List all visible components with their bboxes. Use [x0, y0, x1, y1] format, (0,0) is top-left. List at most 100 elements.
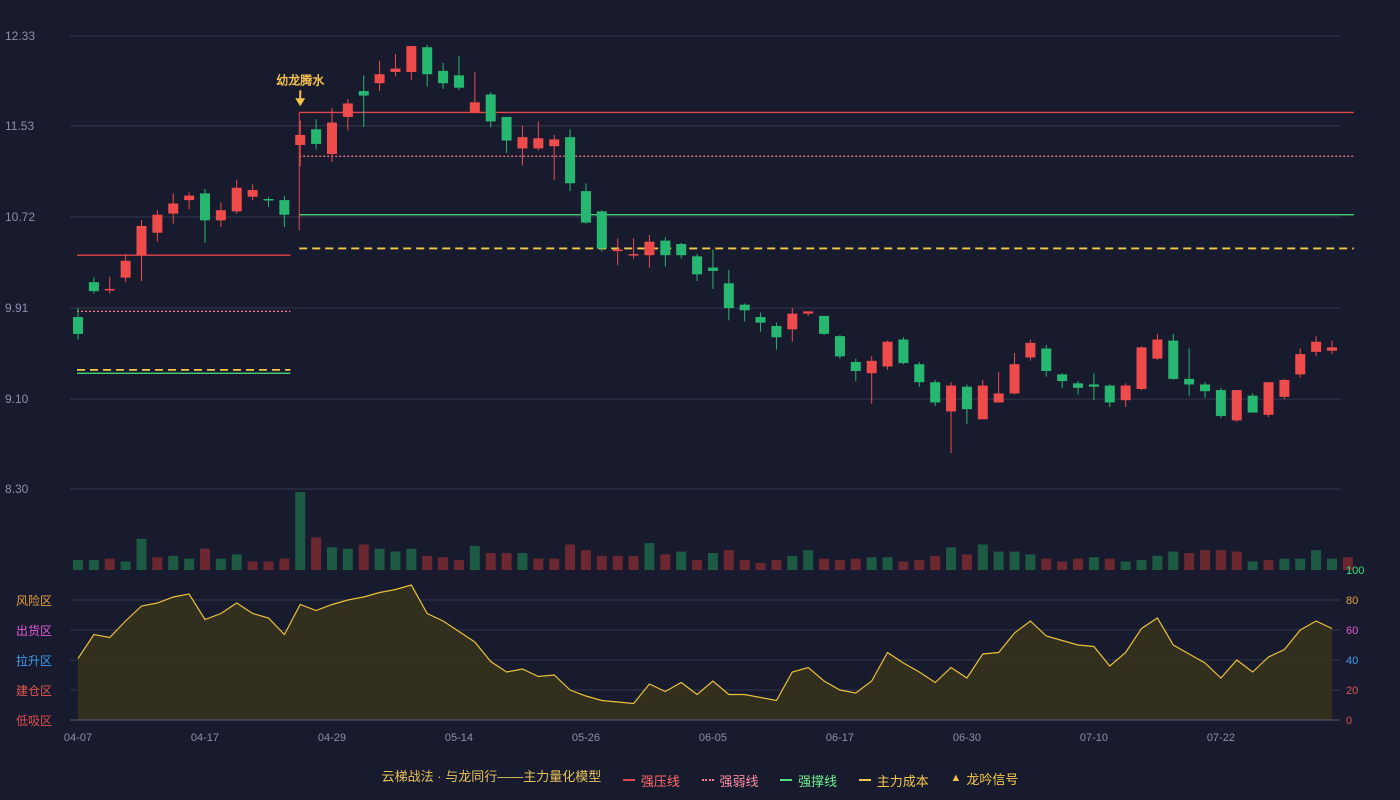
volume-bar: [1009, 551, 1020, 570]
volume-bar: [565, 544, 576, 570]
candle-body: [866, 360, 877, 374]
volume-bar: [120, 561, 131, 570]
volume-bar: [1247, 561, 1258, 570]
volume-bar: [279, 558, 290, 570]
candle-body: [1215, 390, 1226, 416]
volume-bar: [1327, 558, 1337, 570]
volume-bar: [263, 561, 274, 570]
volume-bar: [88, 560, 99, 570]
candle-body: [1073, 383, 1084, 388]
volume-bar: [1295, 558, 1306, 570]
candle-body: [406, 46, 417, 72]
volume-bar: [422, 555, 433, 570]
candle-body: [136, 225, 147, 256]
volume-bar: [1184, 552, 1195, 570]
volume-bar: [326, 547, 337, 570]
volume-bar: [215, 558, 226, 570]
candle-body: [882, 341, 893, 367]
candle-body: [438, 70, 449, 84]
x-tick-label: 04-07: [64, 732, 92, 744]
candle-body: [1104, 385, 1115, 403]
volume-bar: [104, 558, 115, 570]
candle-body: [565, 137, 576, 184]
candle-body: [628, 254, 639, 256]
volume-bar: [596, 555, 607, 570]
candle-body: [549, 139, 560, 147]
candle-body: [1263, 382, 1274, 415]
candle-body: [787, 313, 798, 330]
candle-body: [676, 243, 687, 256]
volume-bar: [342, 548, 353, 570]
oscillator-tick-label: 0: [1346, 715, 1352, 727]
candle-body: [692, 256, 703, 275]
candle-body: [199, 193, 210, 221]
candle-body: [961, 386, 972, 410]
oscillator-tick-label: 20: [1346, 685, 1358, 697]
candle-body: [993, 393, 1004, 403]
candle-body: [1247, 395, 1258, 413]
volume-bar: [184, 558, 195, 570]
candle-body: [295, 134, 306, 146]
candle-body: [580, 191, 591, 223]
volume-bar: [977, 544, 988, 570]
volume-bar: [517, 552, 528, 570]
candle-body: [660, 240, 671, 256]
triangle-icon: ▲: [950, 772, 962, 784]
candle-body: [771, 326, 782, 338]
candle-body: [342, 103, 353, 117]
oscillator-tick-label: 60: [1346, 625, 1358, 637]
volume-bar: [612, 555, 623, 570]
legend-item-signal: ▲ 龙吟信号: [950, 771, 1019, 787]
candle-body: [1231, 390, 1242, 421]
candle-body: [1088, 384, 1099, 387]
price-tick-label: 10.72: [5, 210, 35, 224]
candle-body: [215, 210, 226, 221]
volume-bar: [803, 550, 814, 570]
volume-bar: [961, 554, 972, 570]
volume-bar: [819, 558, 830, 570]
signal-arrow-icon: [295, 98, 306, 107]
candle-body: [1025, 342, 1036, 358]
price-tick-label: 12.33: [5, 29, 35, 43]
volume-bar: [1104, 558, 1115, 570]
oscillator-zone-label: 建仓区: [16, 684, 52, 698]
volume-bar: [469, 545, 480, 570]
volume-bar: [993, 551, 1004, 570]
oscillator-zone-label: 拉升区: [16, 653, 52, 668]
candle-body: [1327, 347, 1337, 351]
candle-body: [88, 282, 99, 292]
candle-body: [390, 68, 401, 72]
candle-body: [1057, 374, 1068, 382]
volume-bar: [247, 561, 258, 570]
candle-body: [1152, 339, 1163, 359]
candlestick-chart: 12.33 11.53 10.72 9.91 9.10 8.30 幼龙腾水 100 80 60 40…: [5, 29, 1364, 744]
volume-bar: [850, 558, 861, 570]
volume-bar: [834, 560, 845, 570]
legend-swatch-dotted-pink: [701, 779, 714, 781]
volume-bar: [914, 560, 925, 570]
candle-body: [819, 315, 830, 334]
volume-bar: [580, 550, 591, 570]
candle-body: [247, 189, 258, 197]
volume-bar: [231, 554, 242, 570]
volume-bar: [1041, 558, 1052, 570]
candle-body: [374, 74, 385, 84]
candle-body: [517, 137, 528, 149]
x-tick-label: 05-14: [445, 732, 473, 744]
candle-body: [1279, 379, 1290, 397]
oscillator-zone-label: 风险区: [16, 593, 52, 608]
price-tick-label: 9.91: [5, 301, 29, 315]
volume-bar: [1025, 554, 1036, 570]
candle-body: [612, 249, 623, 252]
candle-body: [723, 283, 734, 309]
volume-bar: [374, 548, 385, 570]
volume-bar: [676, 551, 687, 570]
candle-body: [311, 129, 322, 144]
candle-body: [453, 75, 464, 88]
candle-body: [1184, 378, 1195, 385]
candle-body: [834, 336, 845, 357]
x-tick-label: 05-26: [572, 732, 600, 744]
candle-body: [73, 317, 83, 334]
x-tick-label: 04-17: [191, 732, 219, 744]
candle-body: [1041, 348, 1052, 371]
